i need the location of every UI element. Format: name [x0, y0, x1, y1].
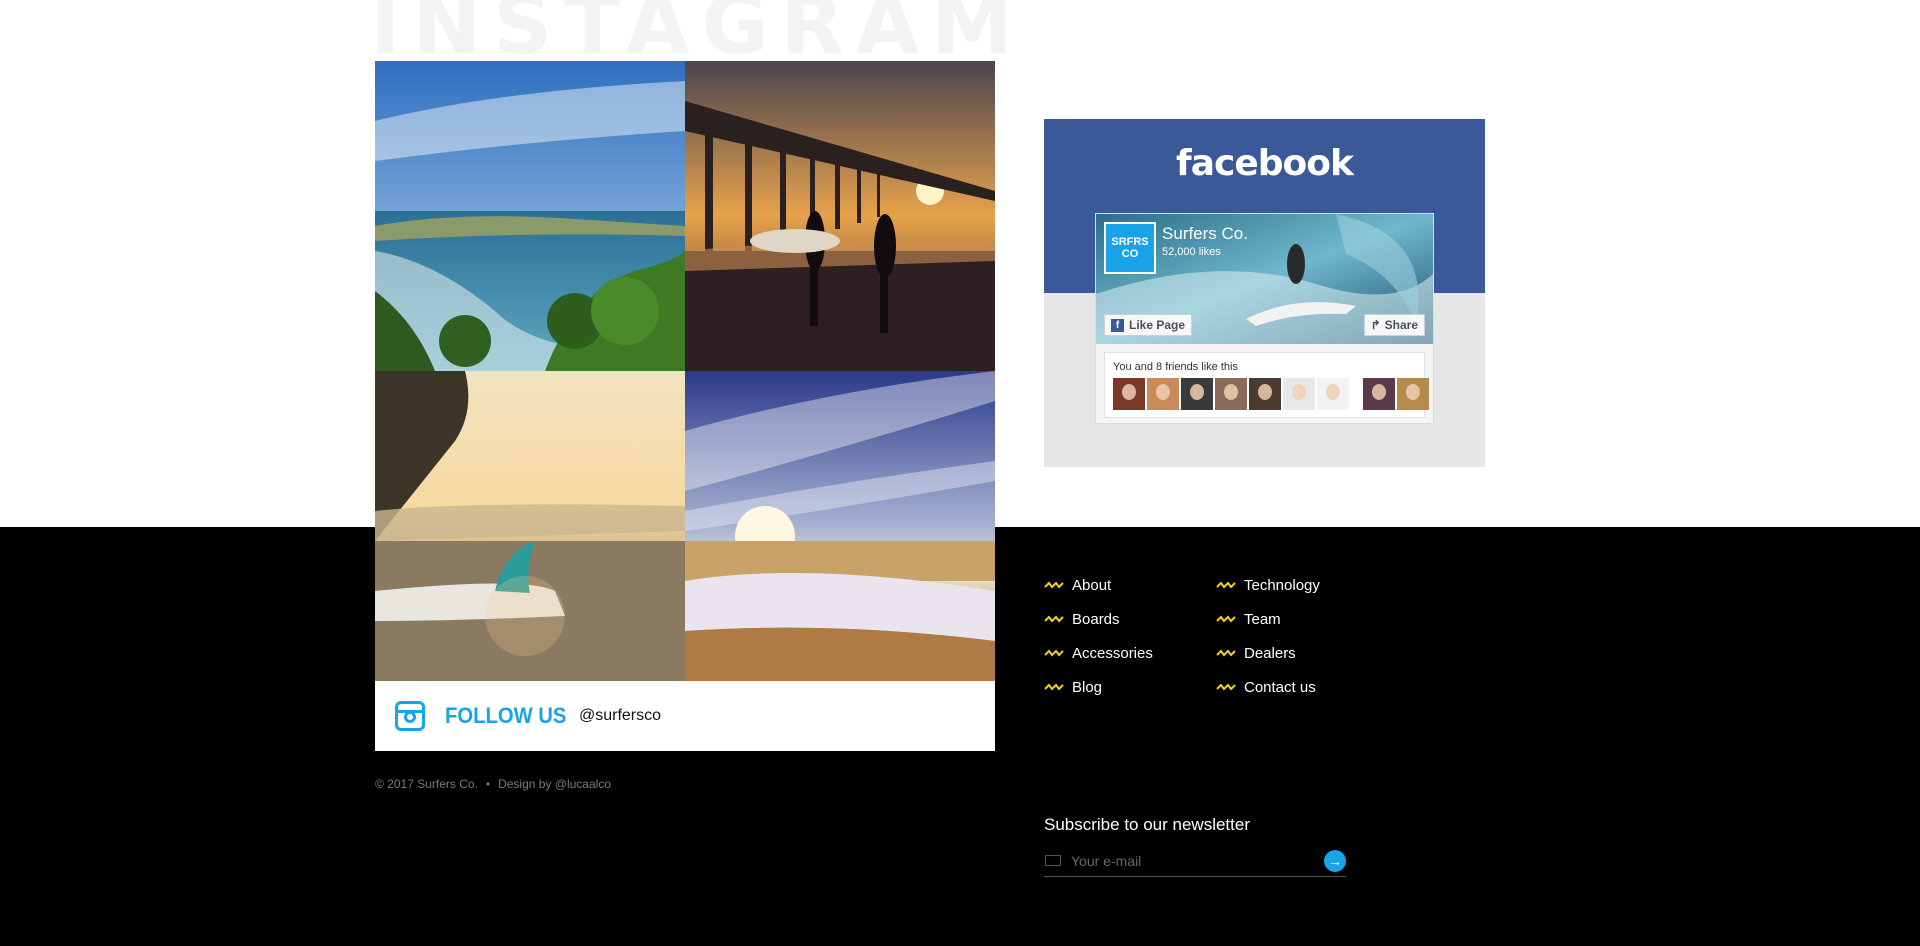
friend-avatar[interactable] — [1113, 378, 1145, 410]
design-credit[interactable]: Design by @lucaalco — [498, 777, 611, 791]
nav-link-label: Team — [1244, 610, 1281, 628]
nav-link-label: Boards — [1072, 610, 1120, 628]
friend-avatars — [1113, 378, 1429, 410]
wave-icon — [1216, 649, 1236, 657]
instagram-photo-sunset[interactable] — [685, 371, 995, 681]
nav-link-label: Dealers — [1244, 644, 1296, 662]
friend-avatar[interactable] — [1249, 378, 1281, 410]
footer-nav-secondary: Technology Team Dealers Contact us — [1216, 568, 1320, 704]
page-avatar[interactable]: SRFRS CO — [1104, 222, 1156, 274]
friend-avatar[interactable] — [1397, 378, 1429, 410]
wave-icon — [1216, 615, 1236, 623]
footer-nav-primary: About Boards Accessories Blog — [1044, 568, 1153, 704]
facebook-page-widget[interactable]: SRFRS CO Surfers Co. 52,000 likes f Like… — [1095, 213, 1434, 424]
wave-icon — [1044, 615, 1064, 623]
instagram-icon — [395, 701, 425, 731]
friends-like-box: You and 8 friends like this — [1104, 352, 1429, 418]
nav-link-team[interactable]: Team — [1216, 602, 1320, 636]
nav-link-label: Blog — [1072, 678, 1103, 696]
instagram-photo-pier[interactable] — [685, 61, 995, 371]
nav-link-label: Accessories — [1072, 644, 1153, 662]
friend-avatar[interactable] — [1147, 378, 1179, 410]
instagram-follow-bar[interactable]: FOLLOW US @surfersco — [375, 681, 995, 751]
wave-icon — [1044, 683, 1064, 691]
newsletter-submit-button[interactable]: → — [1324, 849, 1346, 872]
copyright: © 2017 Surfers Co. • Design by @lucaalco — [375, 777, 611, 791]
facebook-f-icon: f — [1111, 318, 1124, 332]
wave-icon — [1044, 649, 1064, 657]
instagram-handle[interactable]: @surfersco — [579, 707, 661, 725]
like-page-button[interactable]: f Like Page — [1104, 314, 1193, 336]
friend-avatar[interactable] — [1283, 378, 1315, 410]
facebook-logo: facebook — [1176, 143, 1354, 184]
friends-like-text: You and 8 friends like this — [1113, 361, 1238, 373]
nav-link-label: About — [1072, 576, 1112, 594]
newsletter-email-input[interactable] — [1071, 852, 1311, 869]
instagram-photo-beach[interactable] — [375, 61, 685, 371]
share-label: Share — [1384, 318, 1418, 332]
page-likes: 52,000 likes — [1162, 246, 1221, 258]
nav-link-blog[interactable]: Blog — [1044, 670, 1153, 704]
facebook-box: facebook SRFRS CO Surfers Co. 52,000 lik… — [1044, 119, 1485, 467]
friend-avatar[interactable] — [1181, 378, 1213, 410]
follow-us-label: FOLLOW US — [445, 703, 567, 728]
copyright-text: © 2017 Surfers Co. — [375, 777, 478, 791]
instagram-photo-surfboard[interactable] — [375, 371, 685, 681]
page-name[interactable]: Surfers Co. — [1162, 224, 1248, 244]
instagram-heading: INSTAGRAM — [370, 0, 1010, 66]
nav-link-label: Technology — [1244, 576, 1320, 594]
wave-icon — [1216, 581, 1236, 589]
newsletter-title: Subscribe to our newsletter — [1044, 815, 1250, 834]
separator-dot: • — [485, 777, 491, 791]
nav-link-about[interactable]: About — [1044, 568, 1153, 602]
avatar-spacer — [1351, 378, 1361, 410]
nav-link-label: Contact us — [1244, 678, 1316, 696]
wave-icon — [1044, 581, 1064, 589]
wave-icon — [1216, 683, 1236, 691]
like-page-label: Like Page — [1129, 318, 1186, 332]
nav-link-technology[interactable]: Technology — [1216, 568, 1320, 602]
nav-link-boards[interactable]: Boards — [1044, 602, 1153, 636]
page: INSTAGRAM FOLLOW US @surfersco © 2017 Su… — [0, 0, 1920, 946]
share-button[interactable]: ↱ Share — [1363, 314, 1425, 336]
friend-avatar[interactable] — [1215, 378, 1247, 410]
arrow-right-icon: → — [1328, 852, 1342, 869]
nav-link-accessories[interactable]: Accessories — [1044, 636, 1153, 670]
friend-avatar[interactable] — [1363, 378, 1395, 410]
friend-avatar[interactable] — [1317, 378, 1349, 410]
mail-icon — [1045, 855, 1061, 866]
nav-link-contact[interactable]: Contact us — [1216, 670, 1320, 704]
nav-link-dealers[interactable]: Dealers — [1216, 636, 1320, 670]
newsletter-form: → — [1044, 845, 1346, 877]
instagram-grid — [375, 61, 995, 681]
share-arrow-icon: ↱ — [1370, 318, 1381, 332]
